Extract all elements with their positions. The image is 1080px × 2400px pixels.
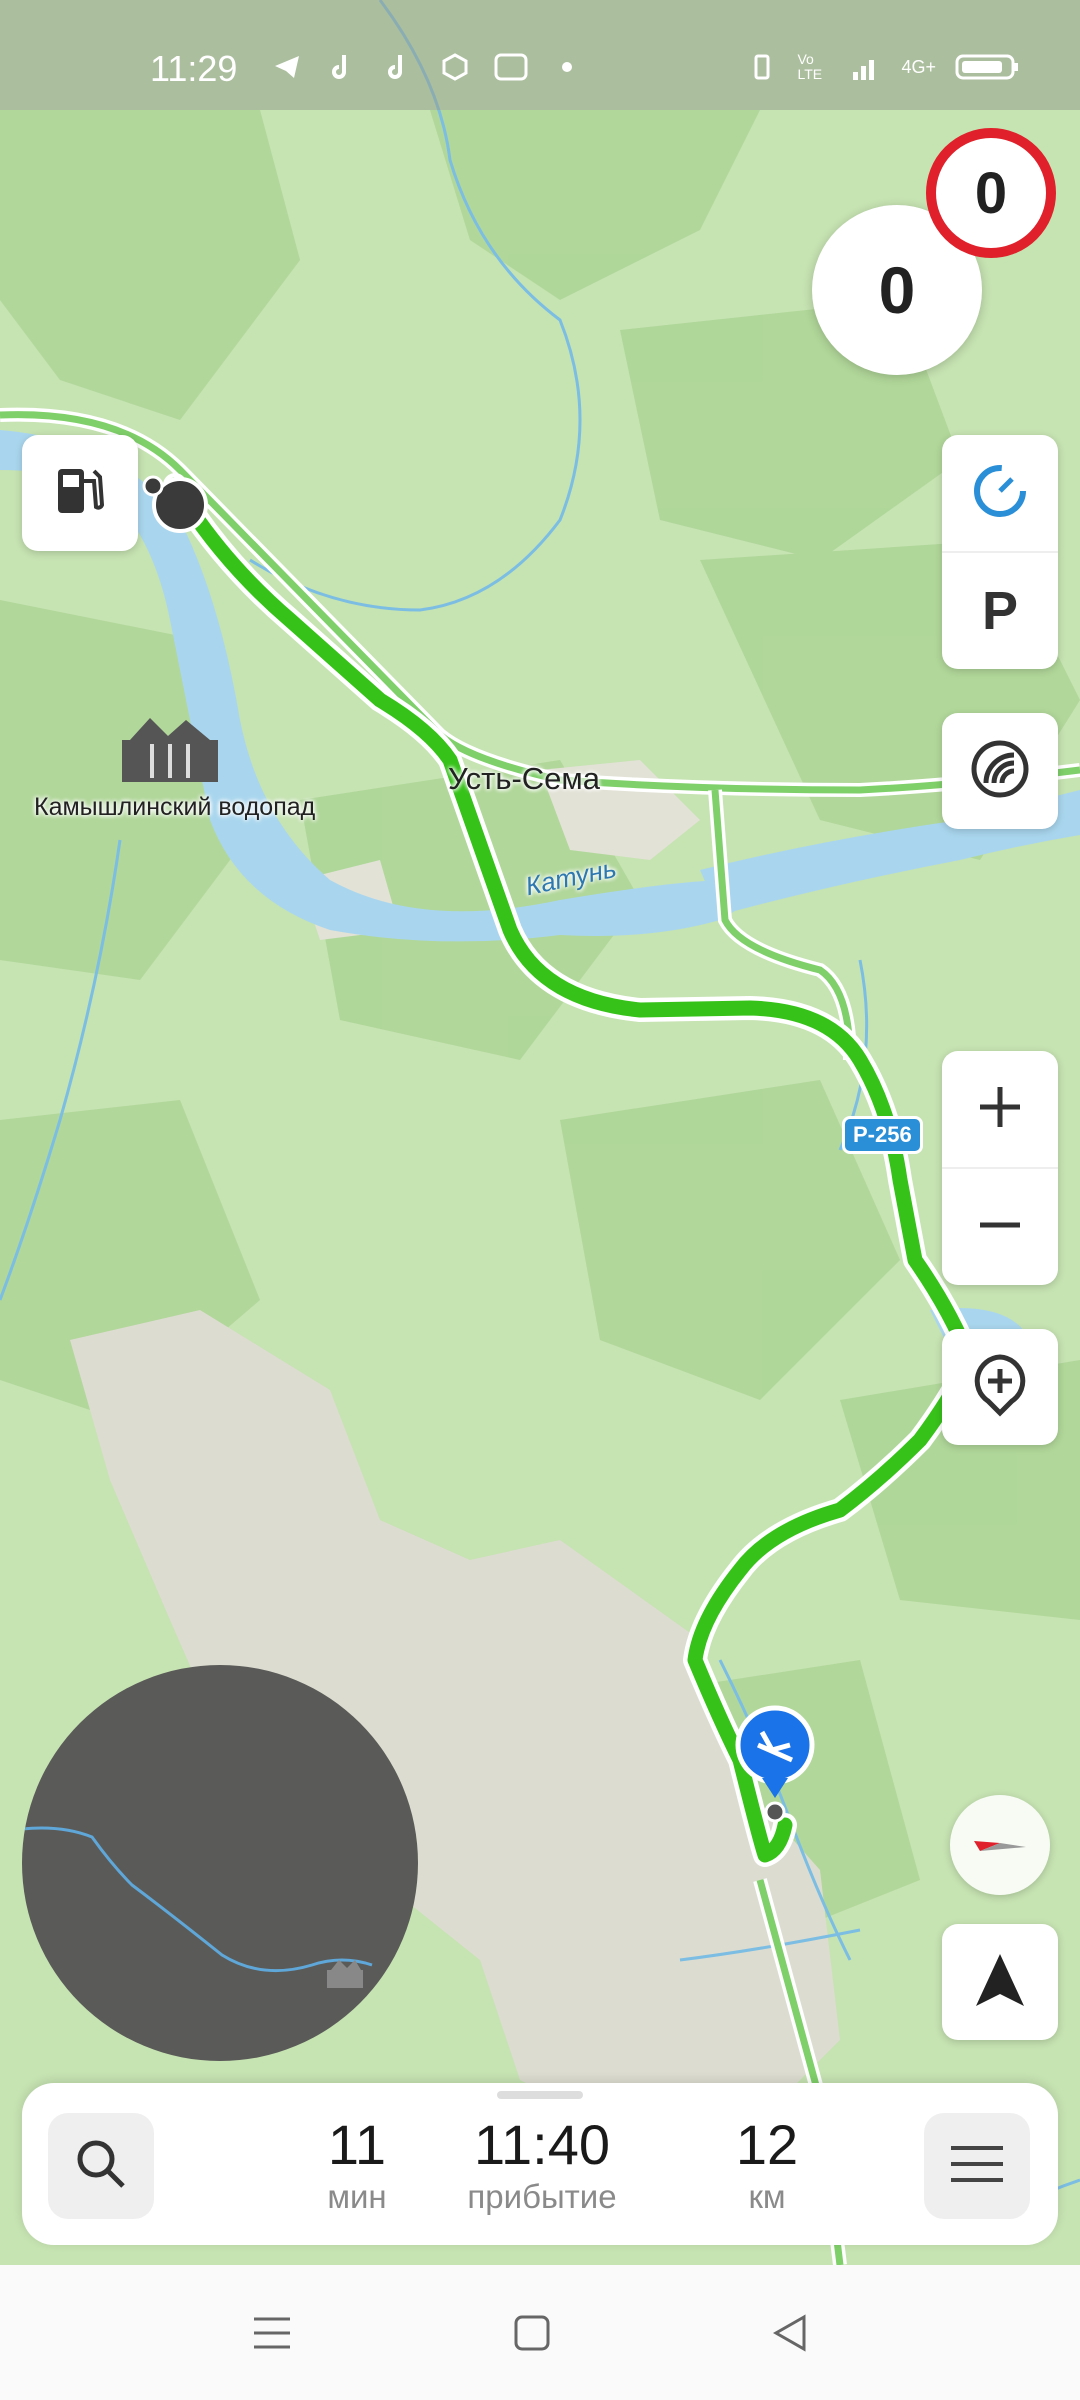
menu-button[interactable]: [924, 2113, 1030, 2219]
parking-button[interactable]: P: [942, 553, 1058, 669]
search-icon: [73, 2136, 129, 2197]
home-button[interactable]: [507, 2310, 557, 2360]
menu-icon: [949, 2144, 1005, 2189]
zoom-out-button[interactable]: [942, 1169, 1058, 1285]
trip-arrival: 11:40 прибытие: [437, 2113, 647, 2217]
system-nav-bar: [0, 2265, 1080, 2400]
fuel-button[interactable]: [22, 435, 138, 551]
trip-distance: 12 км: [682, 2113, 852, 2217]
drag-handle[interactable]: [497, 2091, 583, 2099]
status-bar: 11:29 Vo LTE 4G+: [0, 0, 1080, 110]
distance-unit: км: [748, 2178, 786, 2215]
road-shield: Р-256: [842, 1116, 923, 1154]
network-type: 4G+: [901, 56, 936, 77]
package-icon: [438, 50, 472, 84]
place-label: Усть-Сема: [448, 761, 600, 796]
battery-icon: [954, 50, 1020, 84]
minimap[interactable]: [22, 1665, 418, 2061]
compass-icon: [970, 1823, 1030, 1868]
speed-limit-sign: 0: [926, 128, 1056, 258]
arrival-value: 11:40: [474, 2113, 610, 2176]
trip-duration: 11 мин: [277, 2113, 437, 2217]
duration-unit: мин: [327, 2178, 387, 2215]
add-road-event-icon: [970, 1353, 1030, 1422]
clock: 11:29: [150, 48, 238, 89]
back-icon: [770, 2313, 810, 2358]
vibrate-icon: [745, 50, 779, 84]
poi-label[interactable]: Камышлинский водопад: [34, 793, 315, 822]
telegram-icon: [270, 50, 304, 84]
dot-icon: [550, 50, 584, 84]
trip-panel[interactable]: 11 мин 11:40 прибытие 12 км: [22, 2083, 1058, 2245]
tiktok-icon: [326, 50, 360, 84]
traffic-icon: [970, 461, 1030, 526]
zoom-group: [942, 1051, 1058, 1285]
home-icon: [512, 2313, 552, 2358]
add-road-event-button[interactable]: [942, 1329, 1058, 1445]
fuel-icon: [54, 463, 106, 524]
traffic-button[interactable]: [942, 435, 1058, 553]
duration-value: 11: [327, 2113, 387, 2176]
waterfall-icon: [327, 1960, 363, 1988]
signal-icon: [849, 50, 883, 84]
navigation-arrow-icon: [972, 1950, 1028, 2015]
gallery-icon: [494, 50, 528, 84]
tiktok-icon: [382, 50, 416, 84]
zoom-in-icon: [976, 1083, 1024, 1136]
distance-value: 12: [735, 2113, 799, 2176]
volte-label: Vo LTE: [797, 51, 823, 82]
map-layers-group: P: [942, 435, 1058, 669]
search-button[interactable]: [48, 2113, 154, 2219]
parking-icon: P: [981, 581, 1019, 641]
road-events-button[interactable]: [942, 713, 1058, 829]
back-button[interactable]: [765, 2310, 815, 2360]
menu-icon: [252, 2313, 292, 2358]
zoom-in-button[interactable]: [942, 1051, 1058, 1169]
my-location-button[interactable]: [942, 1924, 1058, 2040]
traffic-icon: [968, 737, 1032, 806]
zoom-out-icon: [976, 1201, 1024, 1254]
recent-apps-button[interactable]: [247, 2310, 297, 2360]
compass-button[interactable]: [950, 1795, 1050, 1895]
arrival-unit: прибытие: [467, 2178, 617, 2215]
